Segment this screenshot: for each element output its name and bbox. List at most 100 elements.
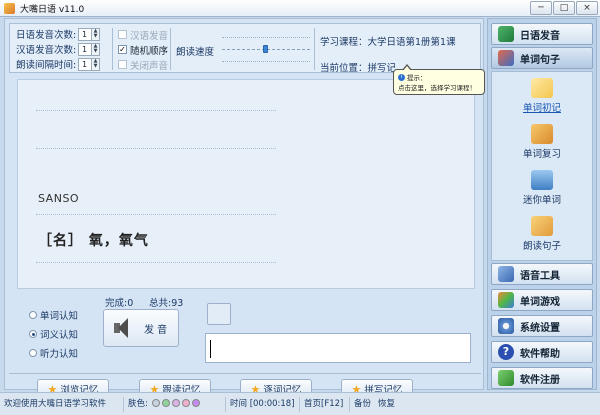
practice-area: 单词认知 词义认知 听力认知 完成:0 总共:93 发 音 [17,295,475,369]
word-games-label: 单词游戏 [520,296,560,308]
tooltip-header: i 提示： [398,72,480,82]
backup-button[interactable]: 备份 [350,397,374,412]
info-icon: i [398,73,405,81]
skin-swatch[interactable] [171,398,180,407]
course-link[interactable]: 学习课程：大学日语第1册第1课 [320,34,456,48]
picture-box [207,303,231,325]
tooltip-text: 点击这里，选择学习课程！ [398,84,476,92]
window-title: 大嘴日语 v11.0 [20,5,85,15]
mode-word-label: 单词认知 [40,311,79,322]
tooltip-arrow [403,66,411,71]
stepper-arrows-icon[interactable]: ▲ ▼ [91,58,99,70]
random-order-checkbox[interactable]: ✓ 随机顺序 [118,43,168,57]
close-button[interactable]: × [576,1,598,15]
stepper-arrows-icon[interactable]: ▲ ▼ [91,28,99,40]
first-memory-label: 单词初记 [522,103,561,114]
sub-item-mini-word[interactable]: 迷你单词 [492,170,592,206]
jp-count-stepper[interactable]: 1 ▲ ▼ [78,27,100,41]
jp-count-label: 日语发音次数: [16,30,77,41]
word-games-button[interactable]: 单词游戏 [491,289,593,311]
speed-label: 朗读速度 [176,47,215,58]
mode-word-radio[interactable]: 单词认知 [29,309,79,322]
tooltip-title: 提示： [407,74,427,82]
jp-speech-button[interactable]: 日语发音 [491,23,593,45]
books-icon [498,50,514,66]
sub-item-review[interactable]: 单词复习 [492,124,592,160]
register-icon [498,370,514,386]
speech-tools-button[interactable]: 语音工具 [491,263,593,285]
speak-button[interactable]: 发 音 [103,309,179,347]
radio-button [29,349,37,357]
course-tooltip: i 提示： 点击这里，选择学习课程！ [393,64,485,95]
jp-speech-label: 日语发音 [520,30,560,42]
interval-stepper[interactable]: 1 ▲ ▼ [78,57,100,71]
speech-tools-label: 语音工具 [520,270,560,282]
answer-input[interactable] [205,333,471,363]
pencil-icon [531,124,553,144]
cn-count-value: 1 [82,44,88,54]
checkmark-icon: ✓ [118,45,127,54]
divider [314,28,315,70]
mute-checkbox[interactable]: 关闭声音 [118,58,168,72]
text-caret [210,340,211,358]
book-icon [498,26,514,42]
divider [170,28,171,70]
word-sentence-button[interactable]: 单词句子 [491,47,593,69]
window-controls: ─ □ × [530,1,598,15]
skin-swatch[interactable] [191,398,200,407]
interval-label: 朗读间隔时间: [16,60,77,71]
word-display-panel: SANSO ［名］ 氧，氧气 [17,79,475,289]
stepper-arrows-icon[interactable]: ▲ ▼ [91,43,99,55]
system-settings-button[interactable]: 系统设置 [491,315,593,337]
chinese-speech-label: 汉语发音 [130,30,169,42]
divider [112,28,113,70]
sub-item-read-sentence[interactable]: 朗读句子 [492,216,592,252]
jp-count-value: 1 [82,29,88,39]
help-icon: ? [498,344,514,360]
speaker-icon [112,316,134,340]
status-bar: 欢迎使用大嘴日语学习软件 肤色: 时间 [00:00:18] 首页[F12] 备… [0,392,600,415]
slider-guide [222,61,310,62]
software-register-label: 软件注册 [520,374,560,386]
quill-icon [531,216,553,236]
elapsed-time: 时间 [00:00:18] [226,396,300,412]
word-meaning: ［名］ 氧，氧气 [38,233,149,249]
checkbox-box [118,60,127,69]
read-sentence-label: 朗读句子 [522,241,561,252]
gear-icon [498,318,514,334]
software-help-button[interactable]: ? 软件帮助 [491,341,593,363]
divider [36,262,276,263]
welcome-text: 欢迎使用大嘴日语学习软件 [0,396,124,412]
review-label: 单词复习 [522,149,561,160]
radio-button-selected [29,330,37,338]
notebook-icon [531,78,553,98]
system-settings-label: 系统设置 [520,322,560,334]
tools-icon [498,266,514,282]
cn-count-stepper[interactable]: 1 ▲ ▼ [78,42,100,56]
chinese-speech-checkbox[interactable]: 汉语发音 [118,28,169,42]
mode-meaning-radio[interactable]: 词义认知 [29,328,78,341]
home-button[interactable]: 首页[F12] [300,396,350,412]
mode-listen-radio[interactable]: 听力认知 [29,347,78,360]
divider [36,214,276,215]
sub-item-first-memory[interactable]: 单词初记 [492,78,592,114]
jp-count-row: 日语发音次数: 1 ▲ ▼ [16,27,100,41]
skin-swatch[interactable] [151,398,160,407]
word-sentence-label: 单词句子 [520,54,560,66]
speed-slider-thumb[interactable] [263,45,268,53]
checkbox-box [118,30,127,39]
total-count: 总共:93 [149,298,184,309]
cn-count-label: 汉语发音次数: [16,45,77,56]
divider [36,148,276,149]
software-register-button[interactable]: 软件注册 [491,367,593,389]
restore-button[interactable]: 恢复 [374,397,404,412]
skin-swatch[interactable] [181,398,190,407]
skin-label: 肤色: [128,398,148,409]
maximize-button[interactable]: □ [553,1,575,15]
software-help-label: 软件帮助 [520,348,560,360]
cn-count-row: 汉语发音次数: 1 ▲ ▼ [16,42,100,56]
minimize-button[interactable]: ─ [530,1,552,15]
app-icon [4,3,15,14]
skin-swatch[interactable] [161,398,170,407]
monitor-icon [531,170,553,190]
